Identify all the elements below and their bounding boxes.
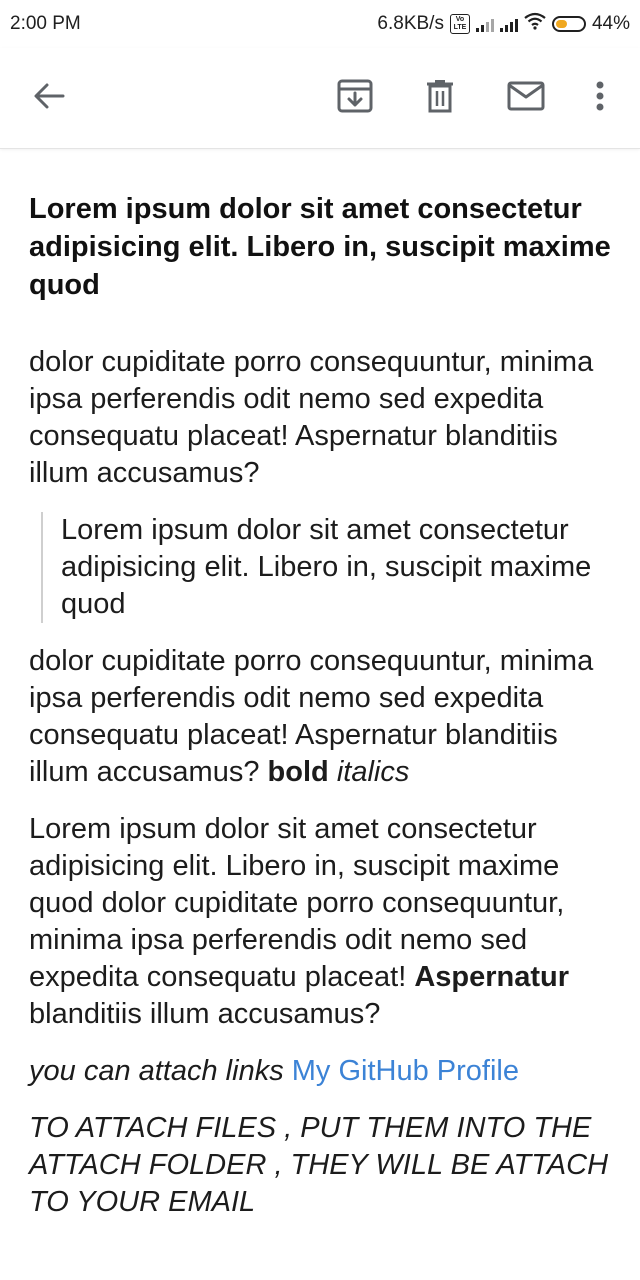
delete-button[interactable] [420, 78, 460, 118]
paragraph-3: Lorem ipsum dolor sit amet consectetur a… [29, 811, 614, 1033]
volte-label: Vo LTE [453, 16, 467, 31]
paragraph-2: dolor cupiditate porro consequuntur, min… [29, 643, 614, 791]
signal-icon-sim2 [499, 16, 518, 32]
wifi-icon [524, 12, 546, 36]
link-intro: you can attach links [29, 1055, 284, 1087]
mail-icon [507, 81, 545, 116]
more-vert-icon [595, 81, 605, 116]
paragraph-3-bold: Aspernatur [414, 961, 570, 993]
more-options-button[interactable] [580, 78, 620, 118]
attach-note: TO ATTACH FILES , PUT THEM INTO THE ATTA… [29, 1112, 609, 1218]
battery-icon [551, 16, 586, 32]
archive-icon [337, 79, 373, 118]
link-paragraph: you can attach links My GitHub Profile [29, 1053, 614, 1090]
mark-unread-button[interactable] [506, 78, 546, 118]
battery-percent: 44% [591, 13, 630, 34]
email-subject: Lorem ipsum dolor sit amet consectetur a… [29, 193, 611, 301]
blockquote: Lorem ipsum dolor sit amet consectetur a… [41, 512, 614, 623]
paragraph-1: dolor cupiditate porro consequuntur, min… [29, 346, 594, 489]
paragraph-3-end: blanditiis illum accusamus? [29, 998, 381, 1030]
status-icons: 6.8KB/s Vo LTE 44% [377, 12, 630, 36]
email-toolbar [0, 48, 640, 149]
back-button[interactable] [29, 78, 69, 118]
github-profile-link[interactable]: My GitHub Profile [292, 1055, 519, 1087]
email-body: Lorem ipsum dolor sit amet consectetur a… [29, 190, 614, 1241]
network-speed: 6.8KB/s [377, 13, 444, 34]
signal-icon-sim1 [475, 16, 494, 32]
bold-text: bold [267, 756, 329, 788]
italic-text: italics [336, 756, 410, 788]
volte-icon: Vo LTE [449, 14, 470, 34]
status-time: 2:00 PM [10, 13, 81, 34]
arrow-left-icon [33, 82, 65, 115]
trash-icon [425, 79, 455, 118]
archive-button[interactable] [335, 78, 375, 118]
status-bar: 2:00 PM 6.8KB/s Vo LTE 44% [0, 0, 640, 48]
